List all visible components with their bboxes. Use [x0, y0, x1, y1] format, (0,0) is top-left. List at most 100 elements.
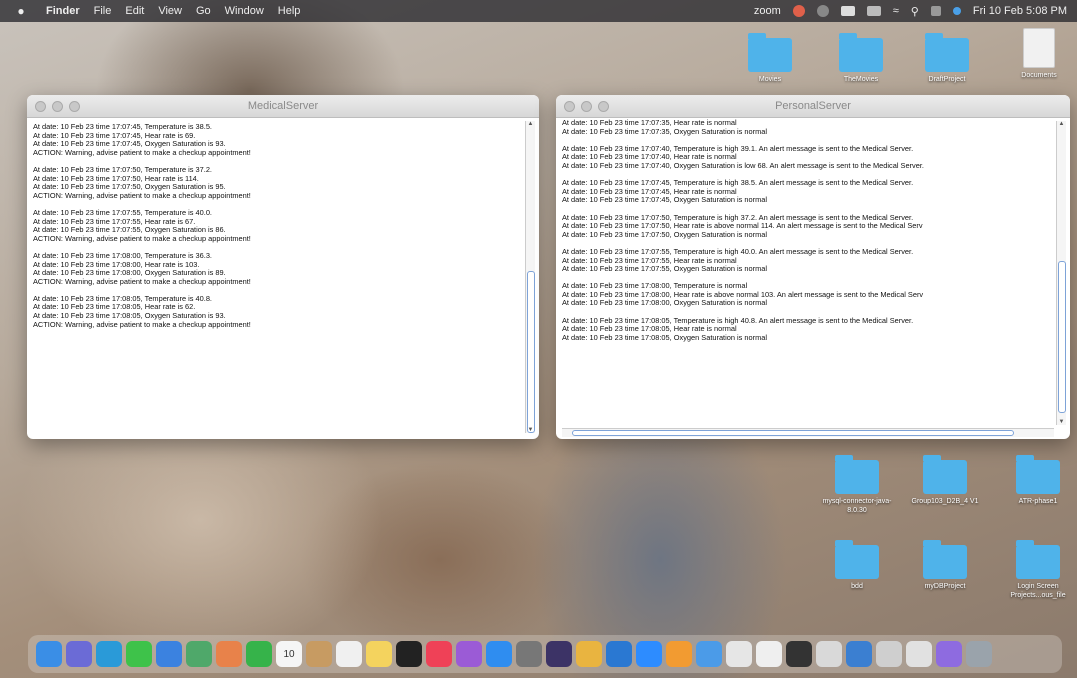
scroll-up-arrow-icon[interactable]: ▲ — [526, 121, 535, 127]
podcasts-icon[interactable] — [456, 641, 482, 667]
folder-label: DraftProject — [928, 76, 966, 83]
horizontal-scroll-thumb[interactable] — [572, 430, 1014, 436]
desktop-folder-bdd[interactable]: bdd — [822, 540, 892, 591]
window-title: MedicalServer — [247, 100, 319, 112]
titlebar[interactable]: MedicalServer — [27, 95, 539, 118]
scroll-thumb[interactable] — [1058, 261, 1066, 413]
scroll-down-arrow-icon[interactable]: ▼ — [1057, 419, 1066, 425]
zoom-status-label[interactable]: zoom — [754, 5, 781, 17]
status-area: zoom ≈ ⚲ Fri 10 Feb 5:08 PM — [742, 5, 1067, 18]
desktop-folder-themovies[interactable]: TheMovies — [826, 33, 896, 84]
log-line: At date: 10 Feb 23 time 17:08:00, Oxygen… — [562, 298, 768, 308]
desktop-folder-movies[interactable]: Movies — [735, 33, 805, 84]
messages-icon[interactable] — [126, 641, 152, 667]
log-line: At date: 10 Feb 23 time 17:07:55, Oxygen… — [562, 264, 768, 274]
chrome-status-icon[interactable] — [792, 5, 805, 17]
folder-icon — [839, 33, 883, 72]
reminders-icon[interactable] — [336, 641, 362, 667]
scroll-down-arrow-icon[interactable]: ▼ — [526, 427, 535, 433]
personal-server-window: PersonalServer At date: 10 Feb 23 time 1… — [556, 95, 1070, 439]
menu-help[interactable]: Help — [278, 5, 301, 17]
vertical-scrollbar[interactable]: ▲ ▼ — [525, 121, 535, 433]
desktop-folder-atr-phase1[interactable]: ATR-phase1 — [1003, 455, 1073, 506]
zoom-icon[interactable] — [636, 641, 662, 667]
desktop-folder-mysql-connector[interactable]: mysql-connector-java-8.0.30 — [822, 455, 892, 515]
log-line: At date: 10 Feb 23 time 17:07:45, Oxygen… — [562, 195, 768, 205]
siri-icon[interactable] — [936, 641, 962, 667]
menu-finder[interactable]: Finder — [46, 5, 80, 17]
wifi-icon[interactable]: ≈ — [893, 5, 899, 17]
siri-status-icon[interactable] — [952, 7, 961, 15]
trash-icon[interactable] — [966, 641, 992, 667]
menu-bar: ● Finder File Edit View Go Window Help z… — [0, 0, 1077, 22]
preview-icon[interactable] — [726, 641, 752, 667]
menu-go[interactable]: Go — [196, 5, 211, 17]
folder-label: ATR-phase1 — [1018, 498, 1058, 505]
log-textarea[interactable]: At date: 10 Feb 23 time 17:07:35, Hear r… — [562, 119, 1054, 423]
desktop-folder-group103[interactable]: Group103_D2B_4 V1 — [910, 455, 980, 506]
calendar-icon[interactable]: 10 — [276, 641, 302, 667]
clock[interactable]: Fri 10 Feb 5:08 PM — [973, 5, 1067, 17]
menu-window[interactable]: Window — [225, 5, 264, 17]
control-center-icon[interactable] — [816, 5, 829, 17]
maps-icon[interactable] — [186, 641, 212, 667]
screen-icon[interactable] — [840, 6, 855, 16]
log-line: ACTION: Warning, advise patient to make … — [33, 190, 251, 200]
photos-icon[interactable] — [216, 641, 242, 667]
downloads-icon[interactable] — [846, 641, 872, 667]
desktop-folder-login-screen[interactable]: Login Screen Projects...ous_file — [1003, 540, 1073, 600]
xcode-icon[interactable] — [696, 641, 722, 667]
folder-icon — [835, 455, 879, 494]
desktop-folder-draftproject[interactable]: DraftProject — [912, 33, 982, 84]
eclipse-icon[interactable] — [546, 641, 572, 667]
log-line: ACTION: Warning, advise patient to make … — [33, 276, 251, 286]
tv-icon[interactable] — [396, 641, 422, 667]
menu-edit[interactable]: Edit — [125, 5, 144, 17]
vscode-icon[interactable] — [606, 641, 632, 667]
mail-icon[interactable] — [156, 641, 182, 667]
log-textarea[interactable]: At date: 10 Feb 23 time 17:07:45, Temper… — [33, 123, 523, 431]
java-icon[interactable] — [816, 641, 842, 667]
titlebar[interactable]: PersonalServer — [556, 95, 1070, 118]
launchpad-icon[interactable] — [66, 641, 92, 667]
screenshot-icon[interactable] — [876, 641, 902, 667]
folder-label: Documents — [1021, 72, 1057, 79]
terminal-icon[interactable] — [786, 641, 812, 667]
window-title: PersonalServer — [775, 100, 851, 112]
folder-label: Group103_D2B_4 V1 — [911, 498, 979, 505]
horizontal-scrollbar[interactable] — [562, 428, 1054, 437]
facetime-icon[interactable] — [246, 641, 272, 667]
recent-doc-icon[interactable] — [906, 641, 932, 667]
contacts-icon[interactable] — [306, 641, 332, 667]
log-line: ACTION: Warning, advise patient to make … — [33, 147, 251, 157]
log-line: ACTION: Warning, advise patient to make … — [33, 319, 251, 329]
scroll-up-arrow-icon[interactable]: ▲ — [1057, 121, 1066, 127]
folder-icon — [923, 540, 967, 579]
notes-icon[interactable] — [366, 641, 392, 667]
user-icon[interactable] — [930, 6, 941, 16]
menu-file[interactable]: File — [94, 5, 112, 17]
textedit-icon[interactable] — [756, 641, 782, 667]
safari-icon[interactable] — [96, 641, 122, 667]
sublime-icon[interactable] — [666, 641, 692, 667]
desktop-folder-mydbproject[interactable]: myDBProject — [910, 540, 980, 591]
battery-icon[interactable] — [866, 6, 881, 16]
app-store-icon[interactable] — [486, 641, 512, 667]
menu-view[interactable]: View — [158, 5, 182, 17]
system-preferences-icon[interactable] — [516, 641, 542, 667]
finder-icon[interactable] — [36, 641, 62, 667]
scroll-thumb[interactable] — [527, 271, 535, 433]
music-icon[interactable] — [426, 641, 452, 667]
chrome-icon[interactable] — [576, 641, 602, 667]
log-line: At date: 10 Feb 23 time 17:07:40, Oxygen… — [562, 160, 924, 170]
folder-icon — [923, 455, 967, 494]
search-icon[interactable]: ⚲ — [911, 5, 919, 18]
log-line: At date: 10 Feb 23 time 17:08:05, Oxygen… — [562, 332, 768, 342]
document-icon — [1023, 28, 1055, 68]
vertical-scrollbar[interactable]: ▲ ▼ — [1056, 121, 1066, 425]
folder-label: mysql-connector-java-8.0.30 — [822, 498, 892, 514]
folder-icon — [1016, 540, 1060, 579]
folder-label: TheMovies — [843, 76, 879, 83]
desktop-file-documents[interactable]: Documents — [1004, 28, 1074, 80]
apple-menu-icon[interactable]: ● — [10, 4, 32, 18]
